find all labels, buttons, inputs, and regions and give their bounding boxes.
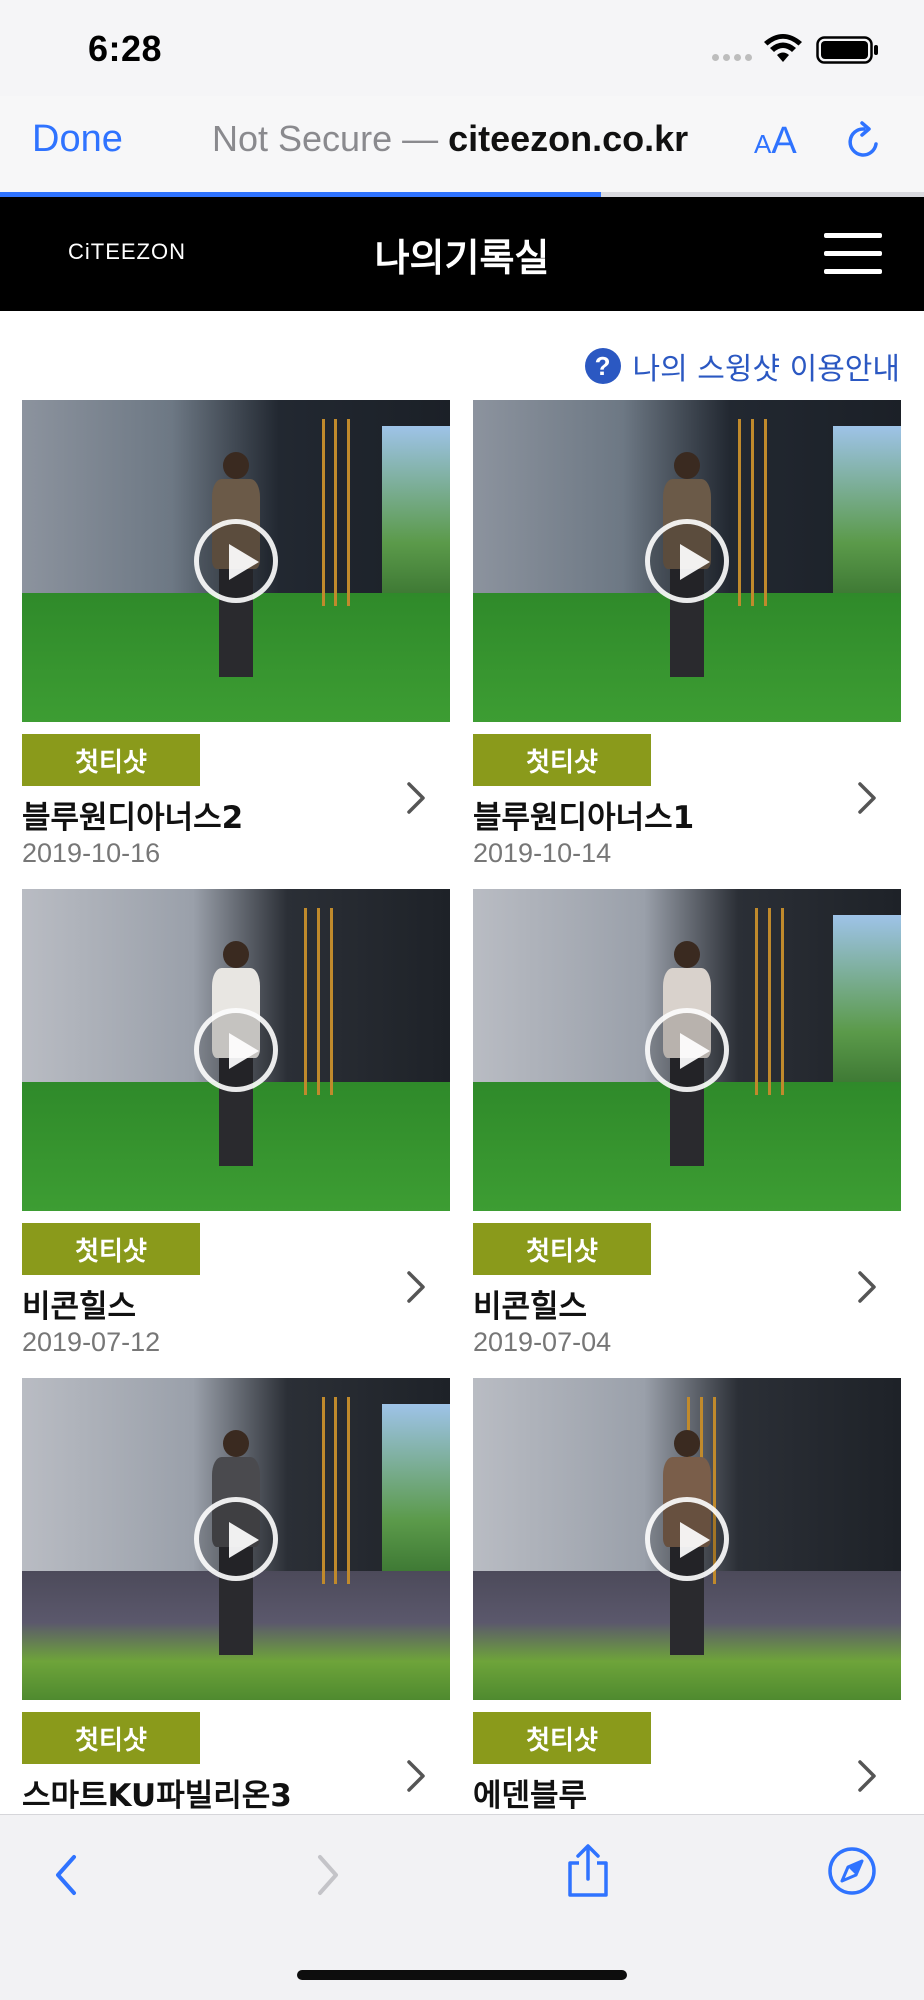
first-tee-shot-badge: 첫티샷 [473, 734, 651, 786]
url-domain: citeezon.co.kr [448, 118, 689, 159]
first-tee-shot-badge: 첫티샷 [473, 1712, 651, 1764]
course-name: 에덴블루 [473, 1778, 588, 1814]
course-name: 블루원디아너스2 [22, 800, 244, 836]
help-icon: ? [584, 348, 621, 384]
play-icon[interactable] [194, 1008, 278, 1092]
swing-guide-link[interactable]: ? 나의 스윙샷 이용안내 [584, 344, 900, 388]
chevron-right-icon [318, 1855, 338, 1895]
chevron-right-icon[interactable] [404, 780, 428, 816]
reload-button[interactable] [842, 120, 886, 167]
chevron-right-icon[interactable] [404, 1269, 428, 1305]
text-size-small: A [754, 129, 772, 159]
back-button[interactable] [50, 1851, 82, 1902]
chevron-right-icon[interactable] [404, 1758, 428, 1794]
reload-icon [848, 121, 878, 157]
course-name: 비콘힐스 [22, 1289, 137, 1325]
chevron-right-icon[interactable] [855, 780, 879, 816]
guide-link-label: 나의 스윙샷 이용안내 [632, 352, 900, 387]
video-thumbnail[interactable] [22, 1378, 450, 1700]
address-bar[interactable]: Not Secure — citeezon.co.kr [212, 118, 688, 160]
site-header: CiTEEZON 나의기록실 [0, 197, 924, 311]
share-icon [568, 1844, 608, 1897]
course-name: 비콘힐스 [473, 1289, 588, 1325]
status-time: 6:28 [88, 28, 163, 69]
video-thumbnail[interactable] [22, 400, 450, 722]
done-button[interactable]: Done [32, 118, 123, 161]
first-tee-shot-badge: 첫티샷 [22, 1223, 200, 1275]
first-tee-shot-badge: 첫티샷 [473, 1223, 651, 1275]
text-size-button[interactable]: AA [754, 120, 797, 163]
status-bar: 6:28 [0, 0, 924, 96]
play-date: 2019-10-14 [473, 838, 612, 868]
chevron-left-icon [56, 1855, 76, 1895]
chevron-right-icon[interactable] [855, 1758, 879, 1794]
play-date: 2019-07-04 [473, 1327, 612, 1357]
first-tee-shot-badge: 첫티샷 [22, 1712, 200, 1764]
battery-icon [816, 36, 878, 64]
course-name: 블루원디아너스1 [473, 800, 695, 836]
video-thumbnail[interactable] [22, 889, 450, 1211]
wifi-icon [764, 34, 802, 62]
share-button[interactable] [564, 1843, 612, 1902]
play-date: 2019-10-16 [22, 838, 161, 868]
forward-button[interactable] [312, 1851, 344, 1902]
security-label: Not Secure — [212, 118, 439, 159]
play-icon[interactable] [645, 1008, 729, 1092]
safari-compass-button[interactable] [826, 1845, 878, 1900]
text-size-large: A [771, 120, 797, 162]
hamburger-menu-button[interactable] [824, 231, 884, 277]
play-icon[interactable] [645, 1497, 729, 1581]
compass-icon [828, 1847, 876, 1895]
video-thumbnail[interactable] [473, 1378, 901, 1700]
video-thumbnail[interactable] [473, 889, 901, 1211]
first-tee-shot-badge: 첫티샷 [22, 734, 200, 786]
play-icon[interactable] [194, 519, 278, 603]
page-title: 나의기록실 [374, 236, 550, 280]
chevron-right-icon[interactable] [855, 1269, 879, 1305]
course-name: 스마트KU파빌리온3 [22, 1778, 292, 1814]
video-thumbnail[interactable] [473, 400, 901, 722]
browser-bar: Done Not Secure — citeezon.co.kr AA [0, 96, 924, 196]
cellular-signal-icon [712, 54, 752, 61]
home-indicator [297, 1970, 627, 1980]
play-icon[interactable] [645, 519, 729, 603]
play-date: 2019-07-12 [22, 1327, 161, 1357]
play-icon[interactable] [194, 1497, 278, 1581]
